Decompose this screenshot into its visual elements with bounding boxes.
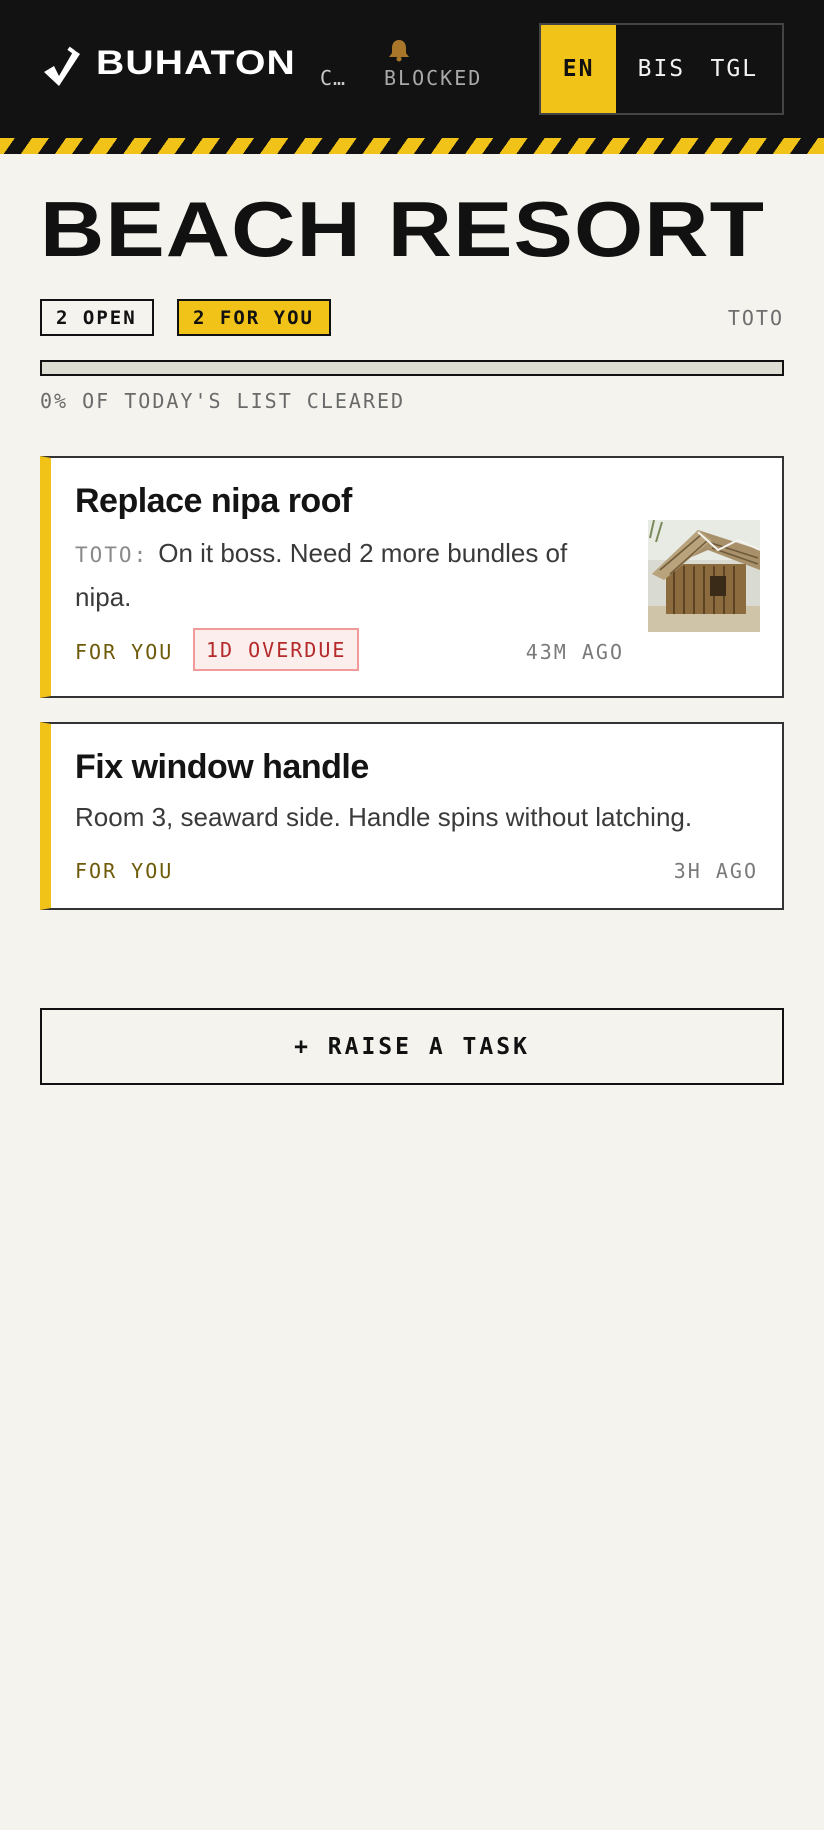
comment-author: TOTO: xyxy=(75,543,149,567)
hazard-stripe xyxy=(0,138,824,154)
raise-task-button[interactable]: + RAISE A TASK xyxy=(40,1008,784,1085)
top-bar: BUHATON C… BLOCKED EN BIS TGL xyxy=(0,0,824,138)
task-card-fix-window-handle[interactable]: Fix window handle Room 3, seaward side. … xyxy=(40,722,784,910)
lang-bis[interactable]: BIS xyxy=(616,25,706,113)
for-you-tag: FOR YOU xyxy=(75,640,174,664)
task-title: Fix window handle xyxy=(75,748,369,786)
hut-thumbnail[interactable] xyxy=(648,520,760,632)
task-time: 3H AGO xyxy=(673,859,758,883)
filter-open-chip[interactable]: 2 OPEN xyxy=(40,299,154,336)
comment-text: On it boss. Need 2 more bundles of nipa. xyxy=(75,538,568,612)
task-comment: TOTO: On it boss. Need 2 more bundles of … xyxy=(75,532,615,618)
filter-for-you-chip[interactable]: 2 FOR YOU xyxy=(177,299,331,336)
task-title: Replace nipa roof xyxy=(75,482,352,520)
page-title: BEACH RESORT xyxy=(40,185,766,273)
brand-name[interactable]: BUHATON xyxy=(96,44,296,83)
bell-icon xyxy=(389,40,409,62)
logo-icon[interactable] xyxy=(42,46,82,88)
current-user[interactable]: TOTO xyxy=(728,306,784,330)
task-card-replace-nipa-roof[interactable]: Replace nipa roof TOTO: On it boss. Need … xyxy=(40,456,784,698)
blocked-filter-button[interactable]: BLOCKED xyxy=(384,38,494,90)
lang-en[interactable]: EN xyxy=(541,25,617,113)
for-you-tag: FOR YOU xyxy=(75,859,174,883)
overdue-badge: 1D OVERDUE xyxy=(193,628,360,671)
progress-bar xyxy=(40,360,784,376)
lang-tgl[interactable]: TGL xyxy=(707,25,782,113)
blocked-label: BLOCKED xyxy=(384,66,483,90)
language-switcher: EN BIS TGL xyxy=(539,23,784,115)
task-time: 43M AGO xyxy=(525,640,624,664)
progress-text: 0% OF TODAY'S LIST CLEARED xyxy=(40,389,406,413)
site-selector[interactable]: C… xyxy=(320,66,346,90)
task-description: Room 3, seaward side. Handle spins witho… xyxy=(75,802,693,832)
